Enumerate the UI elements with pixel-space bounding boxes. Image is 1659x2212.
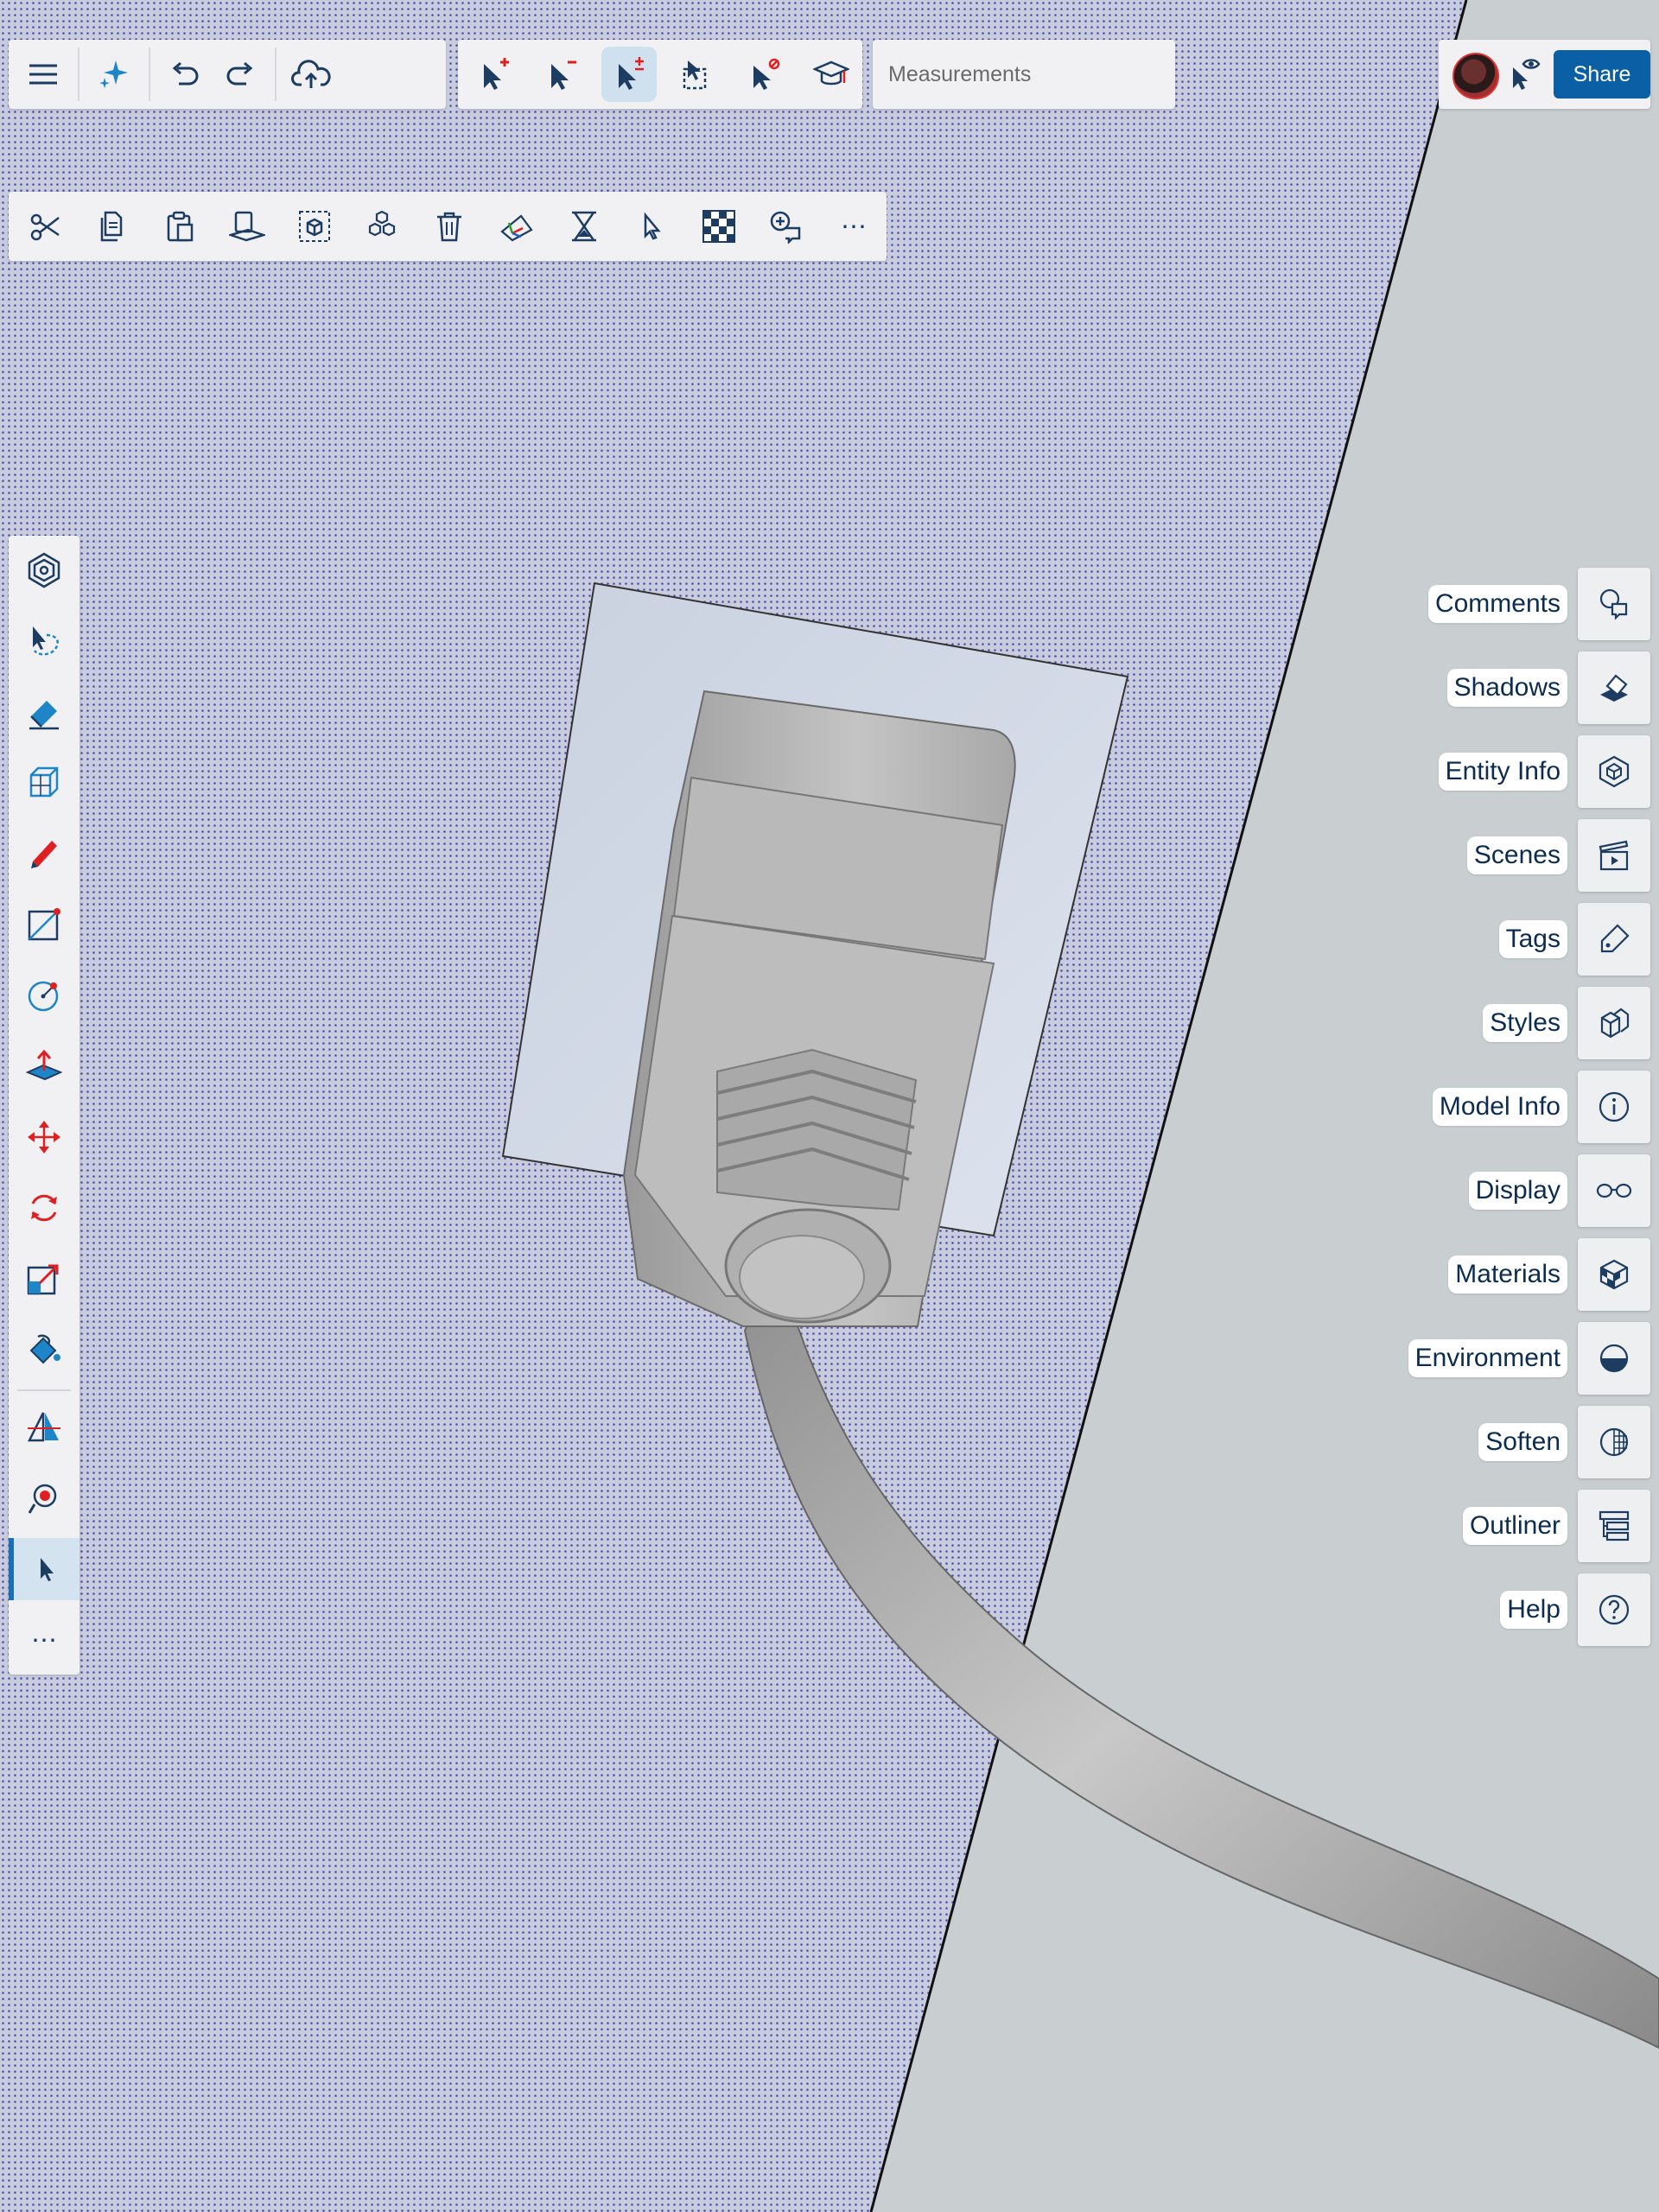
hamburger-menu-icon[interactable] <box>16 47 71 102</box>
paste-icon[interactable] <box>152 199 207 254</box>
comments-icon[interactable] <box>1578 568 1650 640</box>
outliner-icon[interactable] <box>1578 1490 1650 1562</box>
panel-help[interactable]: Help <box>1500 1573 1650 1646</box>
panel-entity-info[interactable]: Entity Info <box>1438 735 1650 808</box>
make-component-icon[interactable] <box>354 199 410 254</box>
panel-label[interactable]: Materials <box>1448 1255 1567 1294</box>
panel-label[interactable]: Display <box>1468 1172 1567 1210</box>
main-toolbar <box>9 40 446 109</box>
hourglass-icon[interactable] <box>556 199 612 254</box>
panel-display[interactable]: Display <box>1468 1154 1650 1227</box>
panel-scenes[interactable]: Scenes <box>1466 819 1650 892</box>
panel-environment[interactable]: Environment <box>1408 1322 1650 1395</box>
3d-viewport[interactable] <box>0 0 1659 2212</box>
panel-label[interactable]: Soften <box>1478 1423 1567 1461</box>
tags-icon[interactable] <box>1578 903 1650 976</box>
lasso-select-icon[interactable] <box>9 610 79 672</box>
edit-toolbar: ⋯ <box>9 192 887 261</box>
paste-in-place-icon[interactable] <box>219 199 275 254</box>
panel-label[interactable]: Help <box>1500 1591 1567 1629</box>
delete-icon[interactable] <box>422 199 477 254</box>
scenes-icon[interactable] <box>1578 819 1650 892</box>
panel-label[interactable]: Environment <box>1408 1339 1567 1377</box>
select-box-icon[interactable] <box>669 47 724 102</box>
panel-label[interactable]: Entity Info <box>1438 753 1567 791</box>
panel-label[interactable]: Scenes <box>1466 836 1567 874</box>
sparkle-ai-icon[interactable] <box>86 47 142 102</box>
rotate-icon[interactable] <box>9 1177 79 1239</box>
model-info-icon[interactable] <box>1578 1071 1650 1143</box>
copy-icon[interactable] <box>85 199 140 254</box>
model-canvas[interactable] <box>0 0 1659 2212</box>
help-icon[interactable] <box>1578 1573 1650 1646</box>
scale-icon[interactable] <box>9 1248 79 1310</box>
soften-icon[interactable] <box>1578 1406 1650 1478</box>
tool-separator <box>17 1389 71 1391</box>
panel-styles[interactable]: Styles <box>1483 987 1650 1059</box>
push-pull-icon[interactable] <box>9 1035 79 1097</box>
select-none-icon[interactable] <box>736 47 791 102</box>
select-subtract-icon[interactable] <box>534 47 589 102</box>
cut-icon[interactable] <box>17 199 73 254</box>
shadows-icon[interactable] <box>1578 652 1650 724</box>
checker-material-icon[interactable] <box>691 199 747 254</box>
panel-label[interactable]: Tags <box>1498 920 1567 958</box>
pencil-icon[interactable] <box>9 823 79 885</box>
panel-label[interactable]: Styles <box>1483 1004 1567 1042</box>
more-tools-icon[interactable]: ⋯ <box>9 1609 79 1671</box>
circle-icon[interactable] <box>9 964 79 1027</box>
panel-label[interactable]: Comments <box>1427 585 1567 623</box>
panel-model-info[interactable]: Model Info <box>1432 1071 1650 1143</box>
user-avatar[interactable] <box>1452 53 1499 99</box>
redo-icon[interactable] <box>213 47 268 102</box>
make-group-icon[interactable] <box>287 199 342 254</box>
position-camera-icon[interactable] <box>9 1467 79 1529</box>
select-tool-icon[interactable] <box>9 1538 79 1600</box>
section-plane-icon[interactable] <box>9 1396 79 1459</box>
styles-icon[interactable] <box>1578 987 1650 1059</box>
panel-comments[interactable]: Comments <box>1427 568 1650 640</box>
panel-shadows[interactable]: Shadows <box>1446 652 1650 724</box>
eraser-icon[interactable] <box>9 681 79 743</box>
share-button[interactable]: Share <box>1554 50 1650 99</box>
paint-bucket-icon[interactable] <box>9 1319 79 1381</box>
instructor-icon[interactable] <box>804 47 859 102</box>
left-tool-strip: ⋯ <box>9 536 79 1675</box>
separator <box>149 48 150 101</box>
select-add-icon[interactable] <box>467 47 522 102</box>
separator <box>78 48 79 101</box>
panel-soften[interactable]: Soften <box>1478 1406 1650 1478</box>
materials-icon[interactable] <box>1578 1238 1650 1311</box>
panel-label[interactable]: Outliner <box>1462 1507 1567 1545</box>
axes-icon[interactable] <box>489 199 544 254</box>
panel-outliner[interactable]: Outliner <box>1462 1490 1650 1562</box>
entity-info-icon[interactable] <box>1578 735 1650 808</box>
solid-tools-icon[interactable] <box>9 539 79 601</box>
orbit-cube-icon[interactable] <box>9 752 79 814</box>
separator <box>275 48 276 101</box>
environment-icon[interactable] <box>1578 1322 1650 1395</box>
measurements-box <box>873 40 1175 109</box>
panel-label[interactable]: Model Info <box>1432 1088 1567 1126</box>
view-mode-icon[interactable] <box>1508 55 1544 93</box>
measurements-input[interactable] <box>887 60 1166 88</box>
add-comment-icon[interactable] <box>759 199 814 254</box>
cloud-upload-icon[interactable] <box>283 47 339 102</box>
more-icon[interactable]: ⋯ <box>826 199 881 254</box>
move-icon[interactable] <box>9 1106 79 1168</box>
undo-icon[interactable] <box>157 47 213 102</box>
panel-label[interactable]: Shadows <box>1446 669 1567 707</box>
select-arrow-icon[interactable] <box>624 199 679 254</box>
display-icon[interactable] <box>1578 1154 1650 1227</box>
select-toggle-icon[interactable] <box>601 47 657 102</box>
panel-materials[interactable]: Materials <box>1448 1238 1650 1311</box>
selection-toolbar <box>458 40 862 109</box>
panel-tags[interactable]: Tags <box>1498 903 1650 976</box>
rectangle-icon[interactable] <box>9 893 79 956</box>
